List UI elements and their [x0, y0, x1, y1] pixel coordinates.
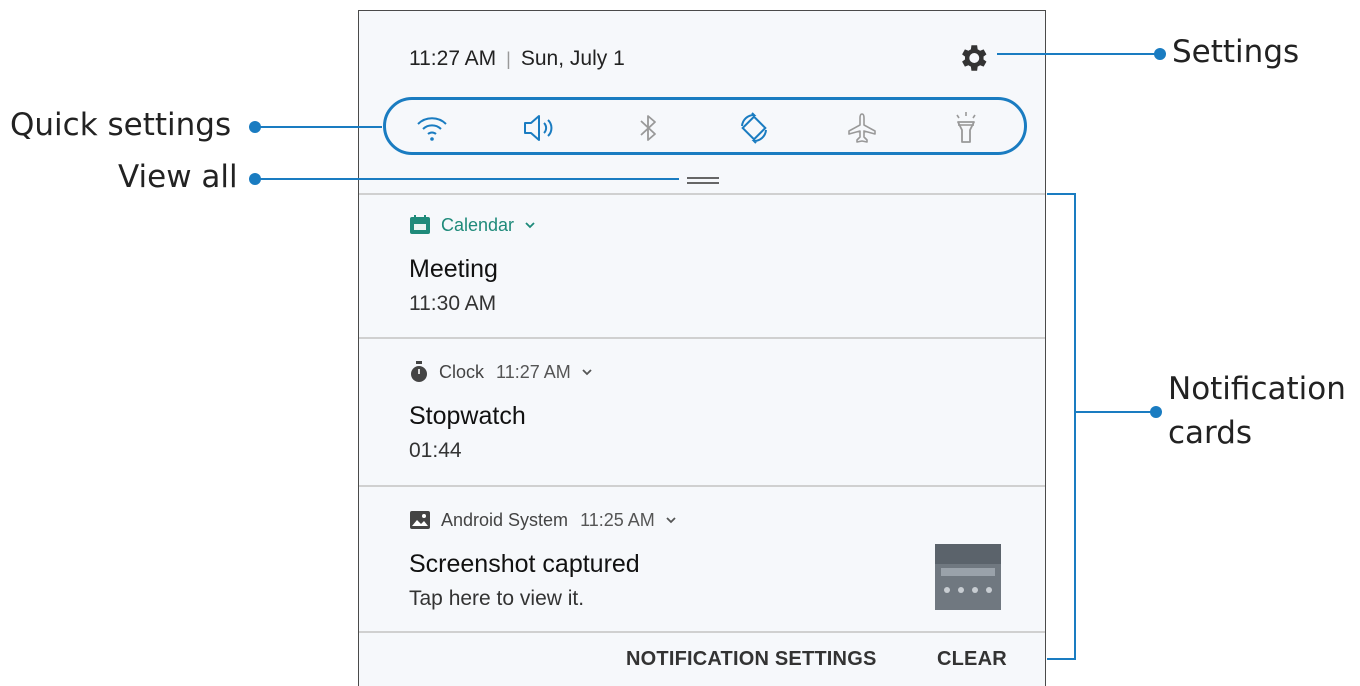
status-bar: 11:27 AM | Sun, July 1	[409, 47, 625, 71]
chevron-down-icon[interactable]	[665, 514, 677, 526]
callout-line	[255, 178, 679, 180]
callout-bracket-bottom	[1047, 658, 1076, 660]
notification-card-screenshot[interactable]: Android System 11:25 AM Screenshot captu…	[409, 506, 1009, 611]
view-all-handle[interactable]	[687, 177, 719, 184]
callout-line	[997, 53, 1160, 55]
callout-bracket-top	[1047, 193, 1076, 195]
callout-dot	[1154, 48, 1166, 60]
callout-notification-cards-line1: Notification	[1168, 371, 1346, 407]
settings-gear-icon[interactable]	[956, 41, 990, 75]
card-text: 01:44	[409, 439, 462, 462]
card-time: 11:27 AM	[496, 361, 571, 382]
card-app-name: Android System	[441, 509, 569, 530]
card-title: Stopwatch	[409, 402, 526, 430]
notification-card-clock[interactable]: Clock 11:27 AM Stopwatch 01:44	[409, 358, 1009, 463]
divider	[359, 631, 1045, 633]
calendar-icon	[410, 215, 430, 234]
callout-line	[255, 126, 382, 128]
callout-dot	[1150, 406, 1162, 418]
callout-notification-cards-line2: cards	[1168, 415, 1253, 451]
status-time: 11:27 AM	[409, 47, 497, 70]
status-date: Sun, July 1	[520, 47, 625, 70]
notification-panel: 11:27 AM | Sun, July 1 Calendar Meeting …	[358, 10, 1046, 686]
card-title: Screenshot captured	[409, 550, 640, 578]
notification-settings-button[interactable]: NOTIFICATION SETTINGS	[626, 648, 877, 671]
callout-settings: Settings	[1172, 34, 1300, 70]
image-icon	[410, 511, 430, 529]
card-text: Tap here to view it.	[409, 587, 585, 610]
divider	[359, 193, 1045, 195]
callout-line	[1076, 411, 1154, 413]
callout-quick-settings: Quick settings	[10, 107, 232, 143]
bluetooth-icon[interactable]	[630, 110, 666, 146]
chevron-down-icon[interactable]	[581, 366, 593, 378]
card-header: Android System 11:25 AM	[409, 506, 1009, 534]
status-separator: |	[506, 48, 511, 69]
card-header: Calendar	[409, 211, 1009, 239]
card-time: 11:25 AM	[580, 509, 655, 530]
callout-view-all: View all	[118, 159, 238, 195]
wifi-icon[interactable]	[414, 110, 450, 146]
auto-rotate-icon[interactable]	[736, 110, 772, 146]
divider	[359, 337, 1045, 339]
sound-icon[interactable]	[520, 110, 556, 146]
notification-card-calendar[interactable]: Calendar Meeting 11:30 AM	[409, 211, 1009, 316]
airplane-mode-icon[interactable]	[844, 110, 880, 146]
flashlight-icon[interactable]	[948, 110, 984, 146]
divider	[359, 485, 1045, 487]
quick-settings-bar	[383, 97, 1027, 155]
card-header: Clock 11:27 AM	[409, 358, 1009, 386]
callout-bracket	[1074, 193, 1076, 660]
card-title: Meeting	[409, 255, 498, 283]
screenshot-thumbnail[interactable]	[935, 544, 1001, 610]
chevron-down-icon[interactable]	[524, 219, 536, 231]
card-text: 11:30 AM	[409, 292, 497, 315]
card-app-name: Calendar	[441, 214, 515, 235]
card-app-name: Clock	[439, 361, 485, 382]
clear-button[interactable]: CLEAR	[937, 648, 1007, 671]
stopwatch-icon	[411, 361, 427, 382]
